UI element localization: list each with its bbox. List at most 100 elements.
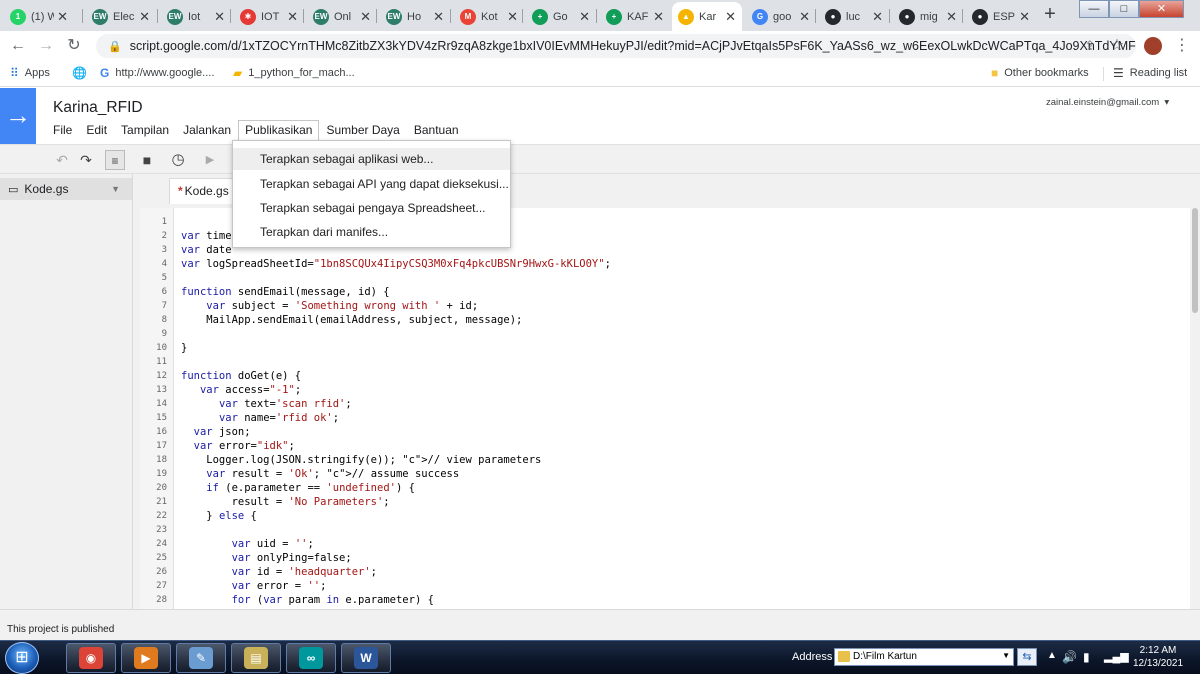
share-icon[interactable]: ⇪: [1080, 36, 1100, 56]
browser-tab[interactable]: EW Onl ✕: [307, 2, 377, 31]
menu-file[interactable]: File: [46, 120, 79, 140]
undo-icon[interactable]: ↶: [52, 150, 72, 170]
browser-menu-icon[interactable]: ⋮: [1172, 36, 1192, 56]
reading-list[interactable]: ☰ Reading list: [1113, 66, 1187, 80]
folder-icon: [838, 651, 850, 662]
tab-separator: [376, 9, 377, 23]
publish-dropdown-menu: Terapkan sebagai aplikasi web... Terapka…: [232, 140, 511, 248]
bookmark-globe[interactable]: 🌐: [72, 66, 93, 80]
chevron-down-icon[interactable]: ▼: [1002, 651, 1010, 660]
line-number: 25: [156, 553, 167, 563]
browser-tab[interactable]: Ggoo ✕: [746, 2, 816, 31]
reload-icon[interactable]: ↻: [64, 36, 84, 56]
triggers-clock-icon[interactable]: ◷: [168, 150, 188, 170]
bookmark-apps[interactable]: ⠿ Apps: [10, 66, 50, 80]
save-icon[interactable]: ■: [137, 150, 157, 170]
tab-close-icon[interactable]: ✕: [725, 9, 736, 25]
browser-tab[interactable]: + Go ✕: [526, 2, 596, 31]
scrollbar-thumb[interactable]: [1192, 208, 1198, 313]
menu-view[interactable]: Tampilan: [114, 120, 176, 140]
tab-close-icon[interactable]: ✕: [57, 9, 68, 25]
editor-scrollbar[interactable]: [1190, 208, 1200, 609]
profile-avatar[interactable]: [1144, 37, 1162, 55]
editor-tab-kode[interactable]: * Kode.gs: [169, 178, 235, 204]
tab-separator: [962, 9, 963, 23]
browser-tab[interactable]: ▲ Kar ✕: [672, 2, 742, 31]
browser-tab[interactable]: + KAF ✕: [600, 2, 670, 31]
tab-close-icon[interactable]: ✕: [872, 9, 883, 25]
browser-tab[interactable]: EW Ho ✕: [380, 2, 450, 31]
deploy-api-executable-item[interactable]: Terapkan sebagai API yang dapat diekseku…: [233, 173, 510, 195]
code-line: var error="idk";: [193, 440, 295, 452]
tab-close-icon[interactable]: ✕: [799, 9, 810, 25]
tab-close-icon[interactable]: ✕: [433, 9, 444, 25]
code-editor[interactable]: var time var date var logSpreadSheetId="1b…: [174, 208, 1190, 609]
taskbar-app-media-player[interactable]: ▶: [121, 643, 171, 673]
tab-separator: [815, 9, 816, 23]
taskbar-clock[interactable]: 2:12 AM 12/13/2021: [1126, 644, 1190, 670]
unsaved-marker: *: [178, 184, 183, 198]
taskbar-app-chrome[interactable]: ◉: [66, 643, 116, 673]
tab-close-icon[interactable]: ✕: [946, 9, 957, 25]
bookmark-google[interactable]: G http://www.google....: [100, 66, 214, 80]
tab-close-icon[interactable]: ✕: [214, 9, 225, 25]
browser-tab[interactable]: ● ESP ✕: [966, 2, 1036, 31]
tray-expand-icon[interactable]: ▲: [1047, 650, 1057, 661]
browser-tab[interactable]: ✱ IOT ✕: [234, 2, 304, 31]
file-item-kode[interactable]: ▭ Kode.gs ▼: [0, 178, 132, 200]
line-number: 9: [161, 329, 167, 339]
browser-tab[interactable]: ● luc ✕: [819, 2, 889, 31]
tab-close-icon[interactable]: ✕: [579, 9, 590, 25]
tab-title: IOT: [261, 10, 280, 23]
network-signal-icon[interactable]: ▂▄▆: [1104, 650, 1129, 663]
forward-icon[interactable]: →: [36, 36, 56, 56]
deploy-sheets-addon-item[interactable]: Terapkan sebagai pengaya Spreadsheet...: [233, 197, 510, 219]
menu-edit[interactable]: Edit: [79, 120, 114, 140]
tab-title: KAF: [627, 10, 649, 23]
taskbar-app-word[interactable]: W: [341, 643, 391, 673]
menu-publish[interactable]: Publikasikan: [238, 120, 320, 140]
browser-tab[interactable]: 1 (1) W ✕: [4, 2, 74, 31]
bookmark-python[interactable]: ▰ 1_python_for_mach...: [233, 66, 355, 80]
tab-close-icon[interactable]: ✕: [507, 9, 518, 25]
tab-title: Iot: [188, 10, 201, 23]
browser-tab[interactable]: EW Iot ✕: [161, 2, 231, 31]
window-maximize-button[interactable]: □: [1109, 0, 1139, 18]
tab-close-icon[interactable]: ✕: [653, 9, 664, 25]
account-email[interactable]: zainal.einstein@gmail.com ▾: [1046, 97, 1169, 108]
other-bookmarks[interactable]: ■ Other bookmarks: [991, 66, 1089, 80]
back-icon[interactable]: ←: [8, 36, 28, 56]
deploy-web-app-item[interactable]: Terapkan sebagai aplikasi web...: [233, 148, 510, 170]
run-icon[interactable]: ▶: [200, 150, 220, 170]
redo-icon[interactable]: ↷: [76, 150, 96, 170]
window-minimize-button[interactable]: —: [1079, 0, 1109, 18]
new-tab-button[interactable]: +: [1039, 4, 1061, 26]
tab-close-icon[interactable]: ✕: [139, 9, 150, 25]
project-title[interactable]: Karina_RFID: [53, 99, 143, 117]
tab-close-icon[interactable]: ✕: [1019, 9, 1030, 25]
taskbar-app-scanner[interactable]: ▤: [231, 643, 281, 673]
browser-tab[interactable]: EW Elec ✕: [86, 2, 156, 31]
apps-script-logo-icon[interactable]: →: [0, 88, 36, 144]
browser-tab[interactable]: M Kot ✕: [454, 2, 524, 31]
tab-close-icon[interactable]: ✕: [360, 9, 371, 25]
indent-icon[interactable]: ≡: [105, 150, 125, 170]
menu-help[interactable]: Bantuan: [407, 120, 466, 140]
volume-icon[interactable]: 🔊: [1062, 650, 1077, 664]
address-go-button[interactable]: ⇆: [1017, 648, 1037, 666]
taskbar-app-paint[interactable]: ✎: [176, 643, 226, 673]
menu-run[interactable]: Jalankan: [176, 120, 238, 140]
tab-close-icon[interactable]: ✕: [287, 9, 298, 25]
menu-resources[interactable]: Sumber Daya: [319, 120, 406, 140]
battery-icon[interactable]: ▮: [1083, 650, 1090, 664]
address-bar[interactable]: 🔒 script.google.com/d/1xTZOCYrnTHMc8Zitb…: [96, 34, 1136, 58]
file-menu-chevron-icon[interactable]: ▼: [111, 184, 120, 194]
browser-tab[interactable]: ● mig ✕: [893, 2, 963, 31]
window-close-button[interactable]: ✕: [1139, 0, 1184, 18]
bookmark-star-icon[interactable]: ☆: [1107, 36, 1127, 56]
address-toolbar-input[interactable]: D:\Film Kartun ▼: [834, 648, 1014, 666]
taskbar-app-arduino[interactable]: ∞: [286, 643, 336, 673]
start-button[interactable]: ⊞: [5, 642, 39, 674]
deploy-from-manifest-item[interactable]: Terapkan dari manifes...: [233, 221, 510, 243]
line-number: 6: [161, 287, 167, 297]
